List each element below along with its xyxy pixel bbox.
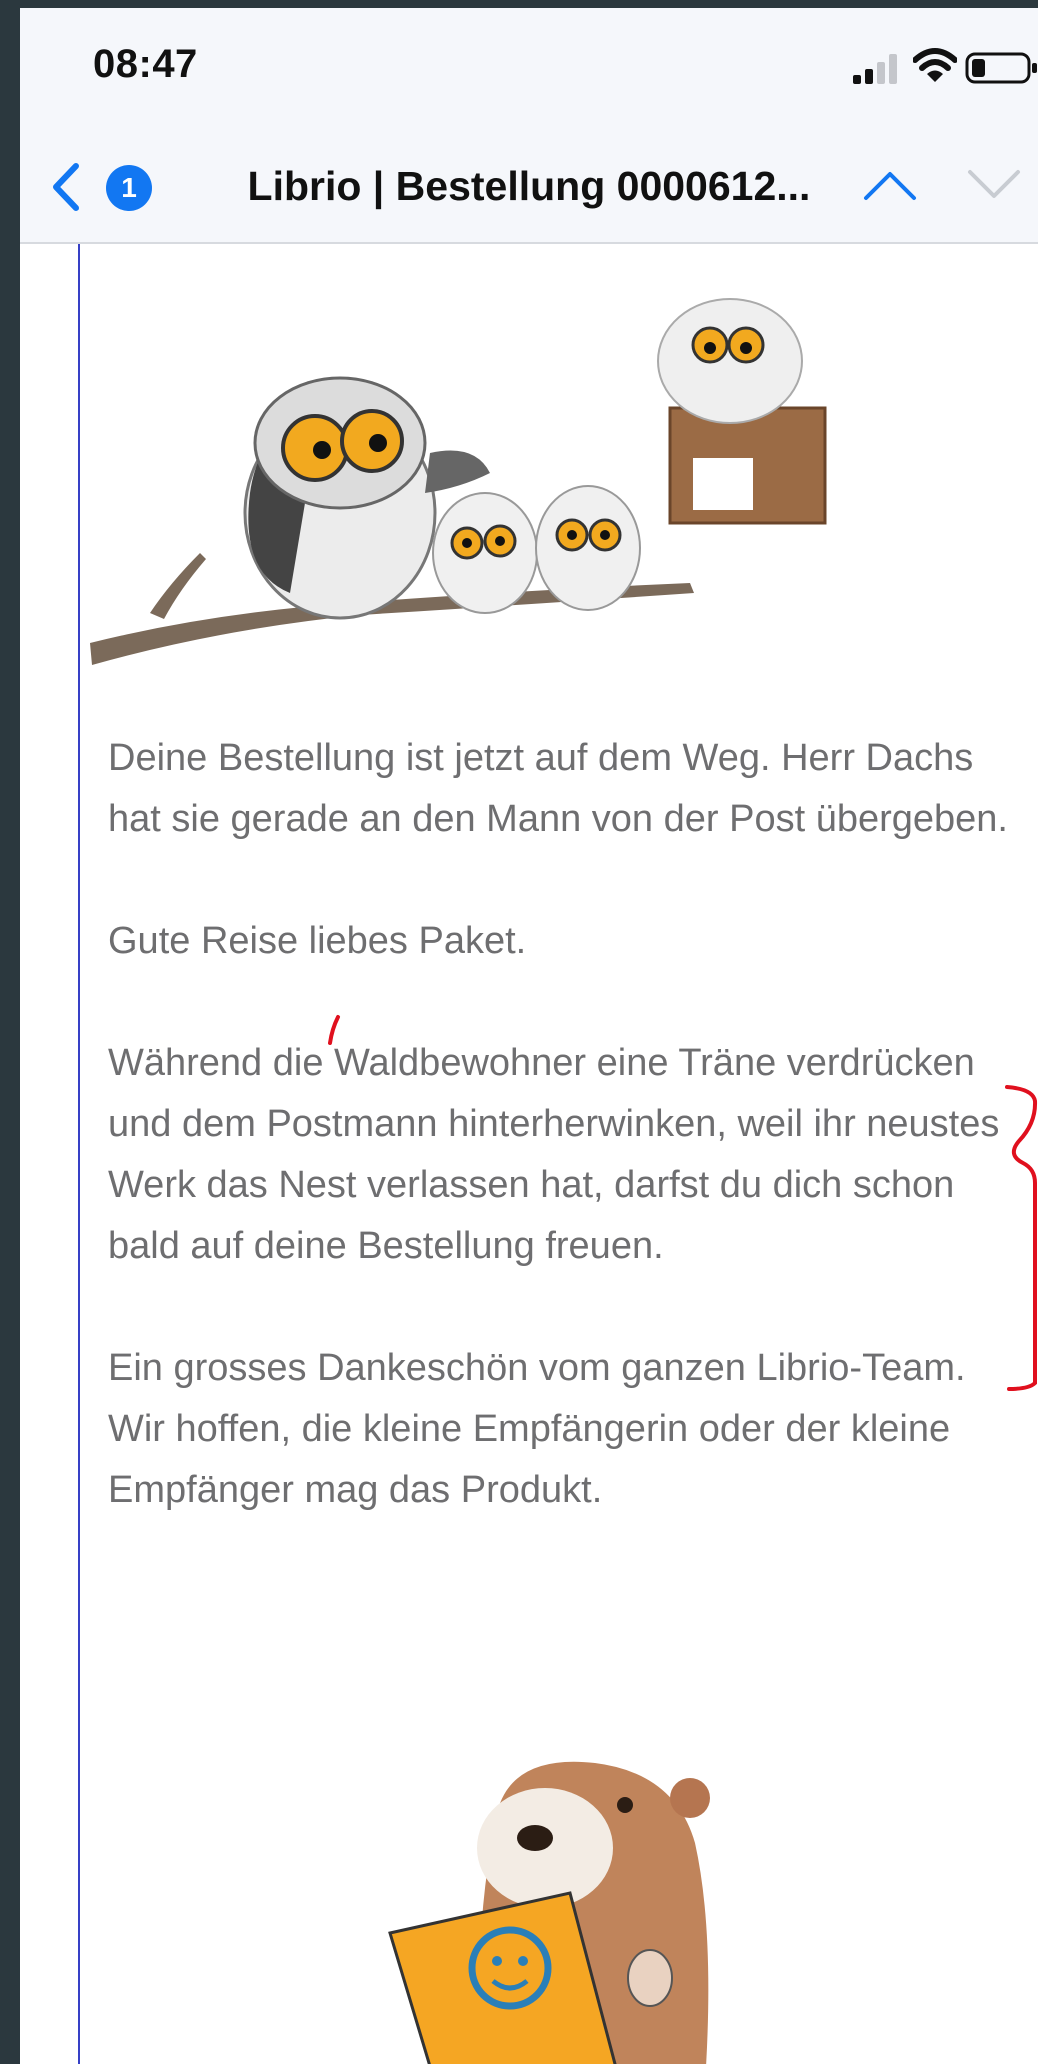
message-subject-title: Librio | Bestellung 0000612...: [247, 163, 811, 209]
handwritten-bracket-mark: [1005, 1085, 1038, 1391]
email-paragraph: Deine Bestellung ist jetzt auf dem Weg. …: [108, 737, 1008, 840]
quote-rule: [78, 244, 80, 2064]
email-paragraph: Ein grosses Dankeschön vom ganzen Librio…: [108, 1347, 966, 1511]
chevron-left-icon[interactable]: [48, 160, 82, 214]
handwritten-comma-mark: [328, 1015, 340, 1045]
email-paragraph: Während die Waldbewohner eine Träne verd…: [108, 1042, 1000, 1267]
cellular-signal-icon: [853, 54, 897, 84]
mail-app-screen: 08:47 1 Librio | Bestellung 0000612... D…: [20, 8, 1038, 2064]
wifi-icon: [913, 48, 957, 82]
unread-count-badge[interactable]: 1: [106, 165, 152, 211]
email-paragraph: Gute Reise liebes Paket.: [108, 920, 527, 962]
chevron-down-icon[interactable]: [966, 168, 1022, 202]
navigation-bar: 1 Librio | Bestellung 0000612...: [20, 128, 1038, 244]
owls-on-branch-illustration: [90, 298, 827, 665]
chevron-up-icon[interactable]: [862, 168, 918, 202]
otter-with-clipboard-illustration: [388, 1761, 710, 2064]
status-clock: 08:47: [93, 42, 198, 86]
battery-low-icon: [965, 52, 1037, 84]
status-bar: 08:47: [20, 8, 1038, 128]
email-body: Deine Bestellung ist jetzt auf dem Weg. …: [108, 728, 1028, 1582]
